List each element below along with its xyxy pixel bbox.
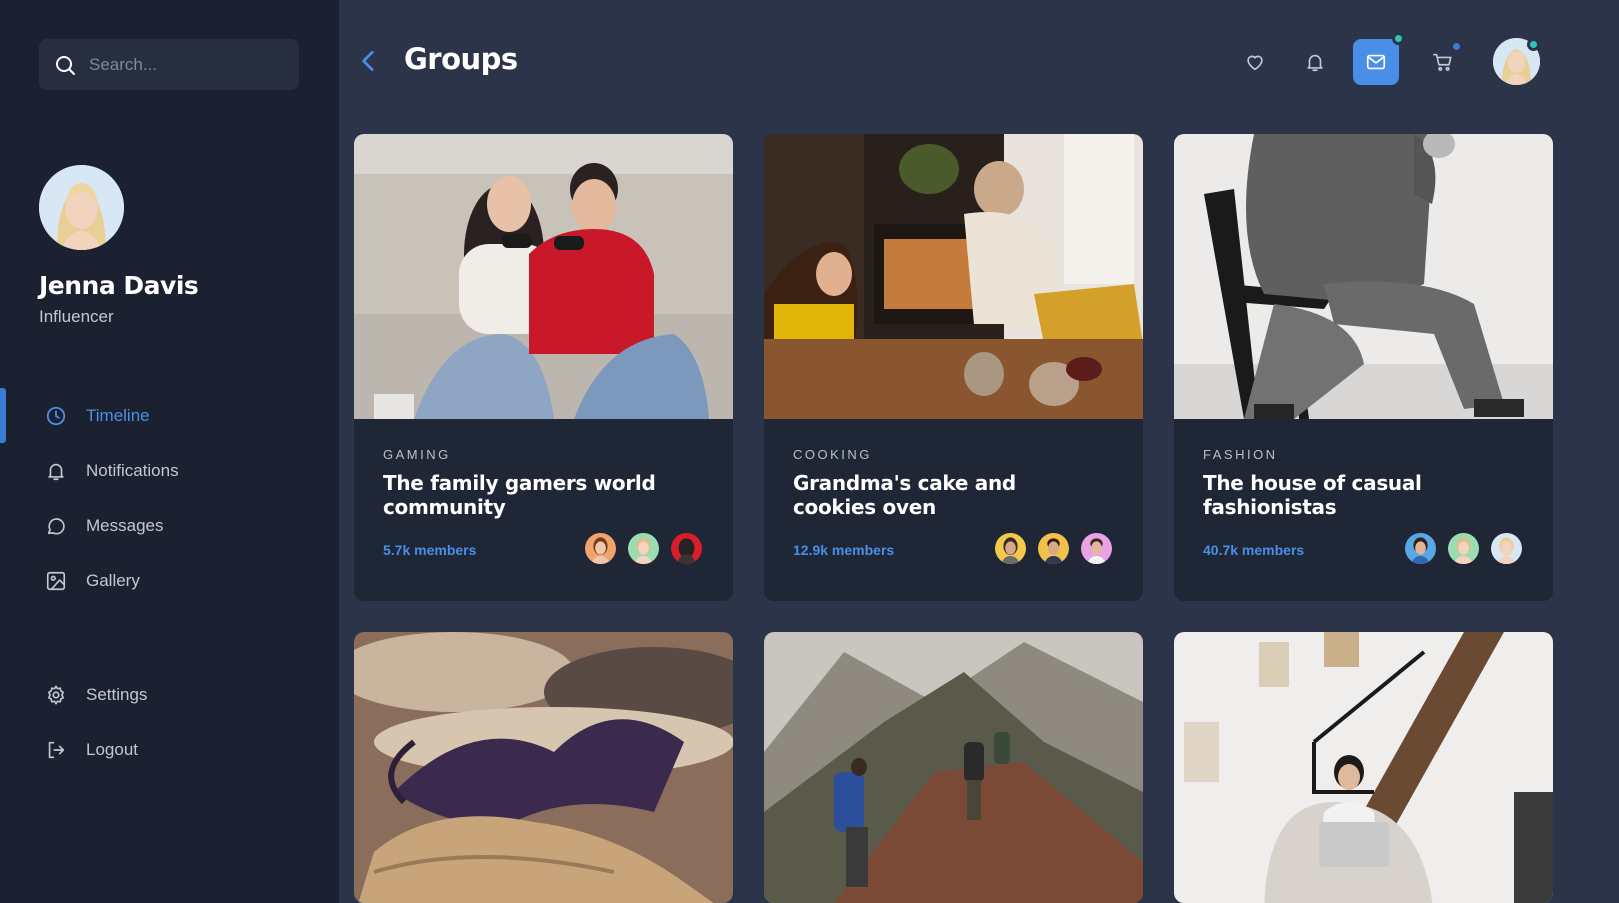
member-avatar[interactable] bbox=[1446, 531, 1481, 566]
nav-label: Logout bbox=[86, 739, 138, 759]
group-title: The house of casual fashionistas bbox=[1203, 471, 1422, 519]
nav-item-notifications[interactable]: Notifications bbox=[0, 443, 339, 498]
group-card[interactable] bbox=[764, 632, 1143, 903]
nav-label: Settings bbox=[86, 684, 148, 704]
nav-label: Notifications bbox=[86, 460, 179, 480]
member-avatar[interactable] bbox=[1079, 531, 1114, 566]
bell-icon bbox=[1307, 54, 1323, 72]
nav-label: Gallery bbox=[86, 570, 140, 590]
member-avatar[interactable] bbox=[1489, 531, 1524, 566]
profile-avatar[interactable] bbox=[39, 165, 124, 250]
group-cover-image bbox=[764, 134, 1143, 419]
member-avatar[interactable] bbox=[626, 531, 661, 566]
group-card[interactable] bbox=[1174, 632, 1553, 903]
group-card[interactable] bbox=[354, 632, 733, 903]
nav-item-timeline[interactable]: Timeline bbox=[0, 388, 339, 443]
nav-item-settings[interactable]: Settings bbox=[0, 667, 339, 722]
group-card[interactable]: COOKING Grandma's cake and cookies oven … bbox=[764, 134, 1143, 601]
group-category: GAMING bbox=[383, 447, 451, 462]
group-cover-image bbox=[1174, 632, 1553, 903]
member-avatar[interactable] bbox=[583, 531, 618, 566]
group-cover-image bbox=[354, 632, 733, 903]
search-icon bbox=[56, 55, 75, 75]
member-avatar[interactable] bbox=[1036, 531, 1071, 566]
search-input[interactable] bbox=[89, 54, 279, 75]
messages-button[interactable] bbox=[1353, 39, 1399, 85]
search-box[interactable] bbox=[39, 39, 299, 90]
member-avatars bbox=[993, 531, 1114, 566]
group-title: The family gamers world community bbox=[383, 471, 656, 519]
group-card[interactable]: GAMING The family gamers world community… bbox=[354, 134, 733, 601]
group-category: FASHION bbox=[1203, 447, 1278, 462]
notifications-button[interactable] bbox=[1292, 39, 1338, 85]
chevron-left-icon bbox=[362, 50, 374, 72]
bell-icon bbox=[44, 459, 68, 483]
profile-name: Jenna Davis bbox=[39, 271, 199, 300]
nav-item-logout[interactable]: Logout bbox=[0, 722, 339, 777]
unread-indicator bbox=[1392, 32, 1405, 45]
favorites-button[interactable] bbox=[1232, 39, 1278, 85]
nav-item-gallery[interactable]: Gallery bbox=[0, 553, 339, 608]
member-avatar[interactable] bbox=[669, 531, 704, 566]
bottom-nav: Settings Logout bbox=[0, 667, 339, 777]
gear-icon bbox=[44, 683, 68, 707]
member-avatar[interactable] bbox=[993, 531, 1028, 566]
cart-indicator bbox=[1450, 40, 1463, 53]
member-avatars bbox=[1403, 531, 1524, 566]
group-cover-image bbox=[354, 134, 733, 419]
heart-icon bbox=[1247, 55, 1263, 71]
group-title: Grandma's cake and cookies oven bbox=[793, 471, 1016, 519]
mail-icon bbox=[1366, 54, 1386, 70]
profile-role: Influencer bbox=[39, 307, 114, 326]
group-members-count: 12.9k members bbox=[793, 542, 895, 558]
member-avatars bbox=[583, 531, 704, 566]
group-cover-image bbox=[1174, 134, 1553, 419]
main-nav: Timeline Notifications Messages Gallery bbox=[0, 388, 339, 608]
image-icon bbox=[44, 569, 68, 593]
back-button[interactable] bbox=[356, 45, 382, 77]
online-indicator bbox=[1527, 38, 1540, 51]
group-cover-image bbox=[764, 632, 1143, 903]
nav-item-messages[interactable]: Messages bbox=[0, 498, 339, 553]
group-card[interactable]: FASHION The house of casual fashionistas… bbox=[1174, 134, 1553, 601]
clock-icon bbox=[44, 404, 68, 428]
nav-label: Messages bbox=[86, 515, 164, 535]
group-members-count: 40.7k members bbox=[1203, 542, 1305, 558]
page-title: Groups bbox=[404, 42, 518, 76]
chat-bubble-icon bbox=[44, 514, 68, 538]
sidebar: Jenna Davis Influencer Timeline Notifica… bbox=[0, 0, 339, 903]
nav-label: Timeline bbox=[86, 405, 150, 425]
group-category: COOKING bbox=[793, 447, 872, 462]
logout-icon bbox=[44, 738, 68, 762]
group-members-count: 5.7k members bbox=[383, 542, 477, 558]
member-avatar[interactable] bbox=[1403, 531, 1438, 566]
cart-icon bbox=[1433, 53, 1452, 71]
